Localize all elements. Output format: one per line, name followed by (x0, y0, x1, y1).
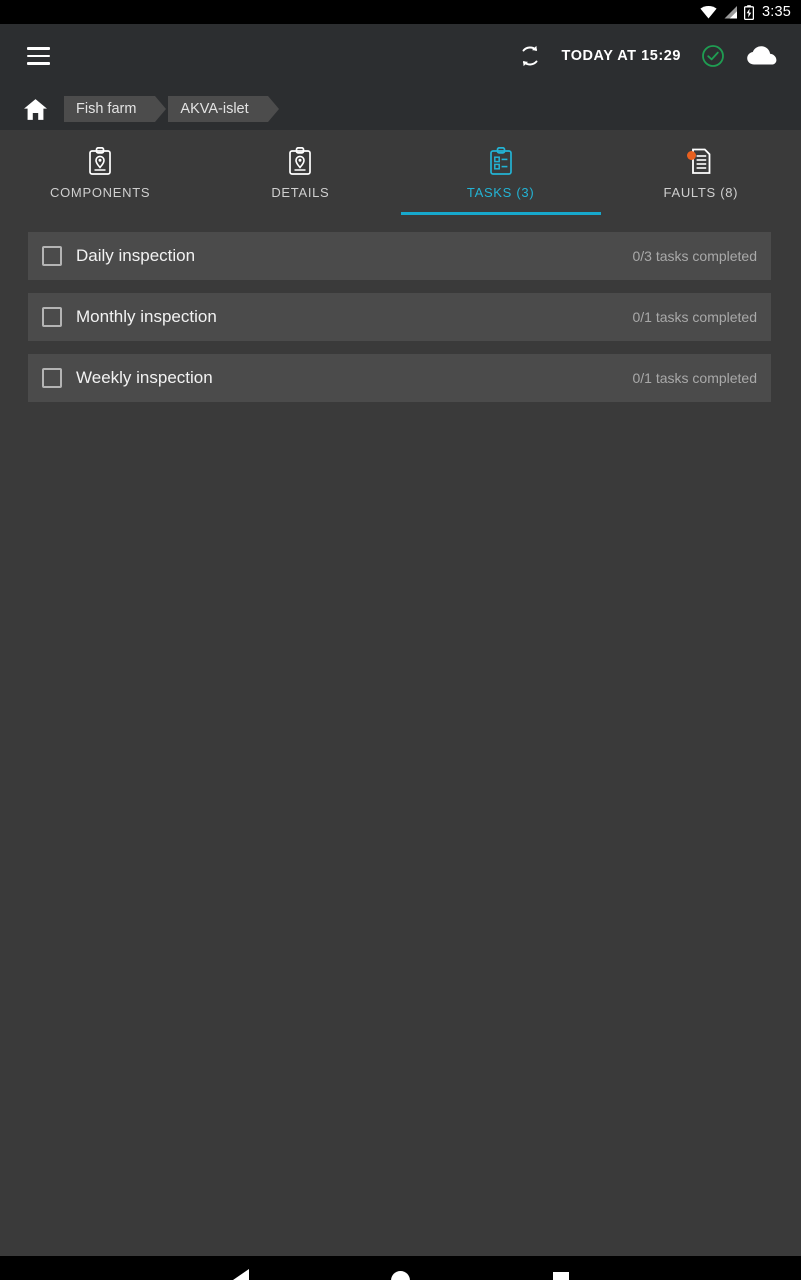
home-button[interactable] (321, 1256, 481, 1280)
tab-bar: COMPONENTS DETAILS TASKS (3) FAULTS (8) (0, 130, 801, 215)
breadcrumb: Fish farm AKVA-islet (0, 88, 801, 130)
sync-time-label: TODAY AT 15:29 (561, 48, 681, 64)
battery-charging-icon (743, 4, 754, 20)
task-status: 0/1 tasks completed (632, 370, 757, 386)
task-status: 0/1 tasks completed (632, 309, 757, 325)
breadcrumb-item-label: Fish farm (76, 101, 137, 117)
wifi-icon (700, 5, 717, 19)
task-title: Daily inspection (76, 246, 196, 265)
fault-badge-dot (686, 151, 696, 160)
task-status: 0/3 tasks completed (632, 248, 757, 264)
task-title: Weekly inspection (76, 368, 213, 387)
tab-label: COMPONENTS (50, 185, 151, 200)
breadcrumb-item-label: AKVA-islet (180, 101, 249, 117)
sync-refresh-icon[interactable] (506, 32, 554, 80)
task-title: Monthly inspection (76, 307, 217, 326)
hamburger-menu-icon[interactable] (10, 24, 66, 88)
cloud-icon[interactable] (737, 32, 787, 80)
tab-label: DETAILS (271, 185, 330, 200)
home-icon[interactable] (10, 88, 60, 130)
app-bar: TODAY AT 15:29 (0, 24, 801, 88)
tab-label: TASKS (3) (466, 185, 535, 200)
task-checkbox[interactable] (42, 368, 62, 388)
clipboard-location-icon (287, 146, 313, 176)
recents-button[interactable] (481, 1256, 641, 1280)
table-row[interactable]: Daily inspection 0/3 tasks completed (28, 232, 771, 280)
document-lines-icon (686, 146, 714, 176)
task-list: Daily inspection 0/3 tasks completed Mon… (0, 215, 801, 1256)
status-bar: 3:35 (0, 0, 801, 24)
task-checkbox[interactable] (42, 307, 62, 327)
status-bar-clock: 3:35 (761, 4, 791, 20)
cellular-signal-icon (723, 5, 738, 19)
back-button[interactable] (161, 1256, 321, 1280)
table-row[interactable]: Monthly inspection 0/1 tasks completed (28, 293, 771, 341)
tab-active-indicator (400, 212, 601, 215)
table-row[interactable]: Weekly inspection 0/1 tasks completed (28, 354, 771, 402)
task-checkbox[interactable] (42, 246, 62, 266)
tab-faults[interactable]: FAULTS (8) (601, 130, 801, 215)
clipboard-checklist-icon (488, 146, 514, 176)
breadcrumb-item-fish-farm[interactable]: Fish farm (64, 96, 167, 122)
tab-label: FAULTS (8) (663, 185, 739, 200)
breadcrumb-item-akva-islet[interactable]: AKVA-islet (168, 96, 279, 122)
app-bar-actions: TODAY AT 15:29 (506, 24, 787, 88)
tab-components[interactable]: COMPONENTS (0, 130, 200, 215)
clipboard-location-icon (87, 146, 113, 176)
check-circle-icon[interactable] (689, 32, 737, 80)
android-navigation-bar (0, 1256, 801, 1280)
tab-tasks[interactable]: TASKS (3) (400, 130, 601, 215)
tab-details[interactable]: DETAILS (200, 130, 400, 215)
